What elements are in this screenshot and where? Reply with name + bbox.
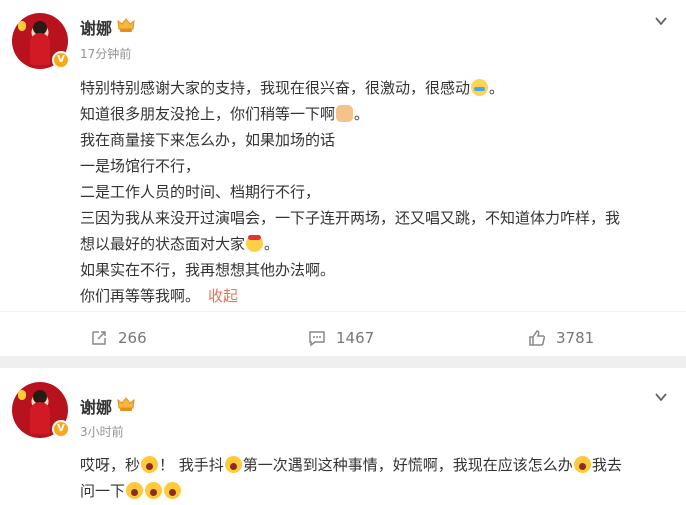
lantern-decoration [18,390,26,400]
author-name[interactable]: 谢娜 [80,394,112,418]
repost-button[interactable]: 266 [90,326,147,350]
author-name[interactable]: 谢娜 [80,15,112,39]
post-line: 哎呀，秒！ 我手抖 第一次遇到这种事情，好慌啊，我现在应该怎么办 我去 [80,456,622,474]
repost-count: 266 [118,329,147,347]
shocked-emoji-icon [573,456,591,473]
like-button[interactable]: 3781 [528,326,594,350]
thumbs-up-icon [529,330,546,346]
vip-crown-icon[interactable] [117,17,135,33]
post-line: 三因为我从来没开过演唱会，一下子连开两场，还又唱又跳，不知道体力咋样，我 [80,209,621,227]
shocked-emoji-icon [164,482,182,499]
post-line: 你们再等等我啊。 收起 [80,287,239,305]
comment-icon [309,331,325,347]
verified-v-icon: V [52,420,70,438]
post-line: 问一下 [80,478,670,504]
post-line: 如果实在不行，我再想想其他办法啊。 [80,261,336,279]
shocked-emoji-icon [145,482,163,499]
weibo-post-card: V 谢娜 3小时前 哎呀，秒！ 我手抖 第一次遇到这种事情，好慌啊，我现在应该怎么… [0,368,686,505]
post-line: 知道很多朋友没抢上，你们稍等一下啊。 [80,105,370,123]
post-body: 哎呀，秒！ 我手抖 第一次遇到这种事情，好慌啊，我现在应该怎么办 我去 问一下 [80,452,670,504]
post-timestamp[interactable]: 3小时前 [80,423,124,440]
chevron-down-icon[interactable] [654,390,668,404]
comment-button[interactable]: 1467 [308,326,374,350]
post-line: 二是工作人员的时间、档期行不行， [80,183,321,201]
blush-emoji-icon [246,235,264,252]
divider [0,311,686,312]
collapse-link[interactable]: 收起 [208,287,238,305]
repost-icon [92,331,106,345]
post-line: 特别特别感谢大家的支持，我现在很兴奋，很激动，很感动。 [80,79,505,97]
verified-v-icon: V [52,51,70,69]
shocked-emoji-icon [126,482,144,499]
comment-count: 1467 [336,329,375,347]
lantern-decoration [18,21,26,31]
post-line: 我在商量接下来怎么办，如果加场的话 [80,131,336,149]
shocked-emoji-icon [224,456,242,473]
chevron-down-icon[interactable] [654,14,668,28]
avatar-figure [30,402,50,434]
vip-crown-icon[interactable] [117,396,135,412]
shocked-emoji-icon [141,456,159,473]
post-line: 一是场馆行不行， [80,157,201,175]
post-timestamp[interactable]: 17分钟前 [80,45,131,62]
like-count: 3781 [556,329,595,347]
avatar-figure [30,33,50,65]
weibo-post-card: V 谢娜 17分钟前 特别特别感谢大家的支持，我现在很兴奋，很激动，很感动。 知… [0,0,686,356]
post-body: 特别特别感谢大家的支持，我现在很兴奋，很激动，很感动。 知道很多朋友没抢上，你们… [80,75,670,309]
post-line: 想以最好的状态面对大家。 [80,235,280,253]
crying-emoji-icon [471,79,489,96]
fist-emoji-icon [336,105,354,122]
